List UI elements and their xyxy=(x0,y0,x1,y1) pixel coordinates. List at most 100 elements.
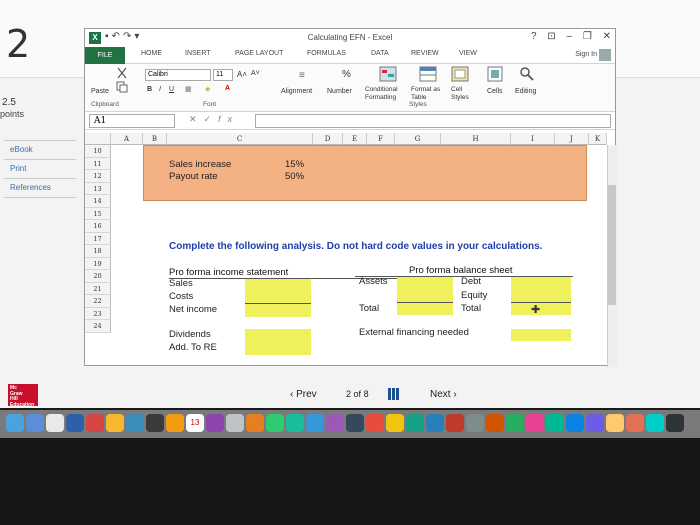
row-header[interactable]: 18 xyxy=(85,245,111,258)
font-size-select[interactable]: 11 xyxy=(213,69,233,81)
avatar[interactable] xyxy=(599,49,611,61)
dock-app-icon[interactable] xyxy=(226,414,244,432)
question-grid-icon[interactable] xyxy=(388,388,400,400)
percent-icon[interactable]: % xyxy=(342,69,351,80)
sidebar-item-ebook[interactable]: eBook xyxy=(10,141,80,159)
dock-app-icon[interactable] xyxy=(506,414,524,432)
dock-app-icon[interactable] xyxy=(406,414,424,432)
column-header[interactable]: B xyxy=(143,133,167,145)
dividends-answer-cells[interactable] xyxy=(245,329,311,355)
fill-color-icon[interactable]: ◈ xyxy=(205,85,210,93)
column-header[interactable]: J xyxy=(555,133,589,145)
column-header[interactable]: E xyxy=(343,133,367,145)
dock-app-icon[interactable] xyxy=(286,414,304,432)
row-header[interactable]: 21 xyxy=(85,282,111,295)
dock-app-icon[interactable] xyxy=(86,414,104,432)
row-header[interactable]: 22 xyxy=(85,295,111,308)
dock-app-icon[interactable] xyxy=(426,414,444,432)
dock-app-icon[interactable] xyxy=(146,414,164,432)
tab-page-layout[interactable]: PAGE LAYOUT xyxy=(235,50,283,57)
calendar-icon[interactable]: 13 xyxy=(186,414,204,432)
dock-app-icon[interactable] xyxy=(486,414,504,432)
dock-app-icon[interactable] xyxy=(666,414,684,432)
name-box[interactable]: A1 xyxy=(89,114,175,128)
row-header[interactable]: 10 xyxy=(85,145,111,158)
input-value-sales-increase[interactable]: 15% xyxy=(285,159,304,170)
tab-home[interactable]: HOME xyxy=(141,50,162,57)
row-header[interactable]: 14 xyxy=(85,195,111,208)
dock-app-icon[interactable] xyxy=(626,414,644,432)
tab-view[interactable]: VIEW xyxy=(459,50,477,57)
row-header[interactable]: 20 xyxy=(85,270,111,283)
row-header[interactable]: 15 xyxy=(85,207,111,220)
close-icon[interactable]: ✕ xyxy=(603,31,611,42)
dock-app-icon[interactable] xyxy=(266,414,284,432)
paste-button[interactable]: Paste xyxy=(91,88,109,95)
font-name-select[interactable]: Calibri xyxy=(145,69,211,81)
next-button[interactable]: Next › xyxy=(430,389,457,400)
column-header[interactable]: I xyxy=(511,133,555,145)
shrink-font-icon[interactable]: A˅ xyxy=(251,70,260,77)
row-header[interactable]: 19 xyxy=(85,257,111,270)
column-header[interactable]: H xyxy=(441,133,511,145)
dock-app-icon[interactable] xyxy=(566,414,584,432)
minimize-icon[interactable]: – xyxy=(567,31,573,42)
dock-app-icon[interactable] xyxy=(66,414,84,432)
help-icon[interactable]: ? xyxy=(531,31,537,42)
sidebar-item-references[interactable]: References xyxy=(10,179,80,197)
column-header[interactable]: A xyxy=(111,133,143,145)
dock-app-icon[interactable] xyxy=(386,414,404,432)
dock-app-icon[interactable] xyxy=(46,414,64,432)
editing-button[interactable]: Editing xyxy=(515,88,536,95)
font-color-icon[interactable]: A xyxy=(225,85,230,92)
dock-app-icon[interactable] xyxy=(526,414,544,432)
row-header[interactable]: 13 xyxy=(85,182,111,195)
spreadsheet-grid[interactable]: A B C D E F G H I J K 10 11 12 13 14 15 … xyxy=(85,133,617,367)
dock-app-icon[interactable] xyxy=(346,414,364,432)
dock-app-icon[interactable] xyxy=(606,414,624,432)
row-header[interactable]: 24 xyxy=(85,320,111,333)
tab-review[interactable]: REVIEW xyxy=(411,50,439,57)
row-header[interactable]: 12 xyxy=(85,170,111,183)
tab-formulas[interactable]: FORMULAS xyxy=(307,50,346,57)
dock-app-icon[interactable] xyxy=(446,414,464,432)
editing-icon[interactable] xyxy=(519,66,535,82)
grow-font-icon[interactable]: A˄ xyxy=(237,70,247,79)
column-header[interactable]: K xyxy=(589,133,607,145)
tab-data[interactable]: DATA xyxy=(371,50,389,57)
dock-app-icon[interactable] xyxy=(306,414,324,432)
sidebar-item-print[interactable]: Print xyxy=(10,160,80,178)
column-header[interactable]: F xyxy=(367,133,395,145)
tab-insert[interactable]: INSERT xyxy=(185,50,211,57)
dock-app-icon[interactable] xyxy=(646,414,664,432)
dock-app-icon[interactable] xyxy=(546,414,564,432)
dock-app-icon[interactable] xyxy=(246,414,264,432)
column-header[interactable]: G xyxy=(395,133,441,145)
dock-app-icon[interactable] xyxy=(206,414,224,432)
select-all-corner[interactable] xyxy=(85,133,111,145)
format-as-table-icon[interactable] xyxy=(419,66,437,82)
alignment-icon[interactable]: ≡ xyxy=(299,70,305,81)
enter-icon[interactable]: ✓ xyxy=(204,114,219,124)
column-header[interactable]: C xyxy=(167,133,313,145)
cut-icon[interactable] xyxy=(115,66,129,80)
row-header[interactable]: 23 xyxy=(85,307,111,320)
dock-app-icon[interactable] xyxy=(466,414,484,432)
efn-answer-cell[interactable] xyxy=(511,329,571,341)
ribbon-display-icon[interactable]: ⊡ xyxy=(547,31,555,42)
dock-app-icon[interactable] xyxy=(366,414,384,432)
borders-icon[interactable]: ▦ xyxy=(185,85,192,93)
vertical-scrollbar[interactable] xyxy=(607,145,617,367)
input-value-payout-rate[interactable]: 50% xyxy=(285,171,304,182)
conditional-formatting-icon[interactable] xyxy=(379,66,397,82)
dock-app-icon[interactable] xyxy=(126,414,144,432)
column-header[interactable]: D xyxy=(313,133,343,145)
assets-answer-cells[interactable] xyxy=(397,277,453,315)
italic-icon[interactable]: I xyxy=(159,86,161,93)
row-header[interactable]: 17 xyxy=(85,232,111,245)
liabilities-answer-cells[interactable] xyxy=(511,277,571,315)
restore-icon[interactable]: ❐ xyxy=(583,31,592,42)
dock-app-icon[interactable] xyxy=(586,414,604,432)
dock-app-icon[interactable] xyxy=(26,414,44,432)
prev-button[interactable]: ‹ Prev xyxy=(290,389,317,400)
